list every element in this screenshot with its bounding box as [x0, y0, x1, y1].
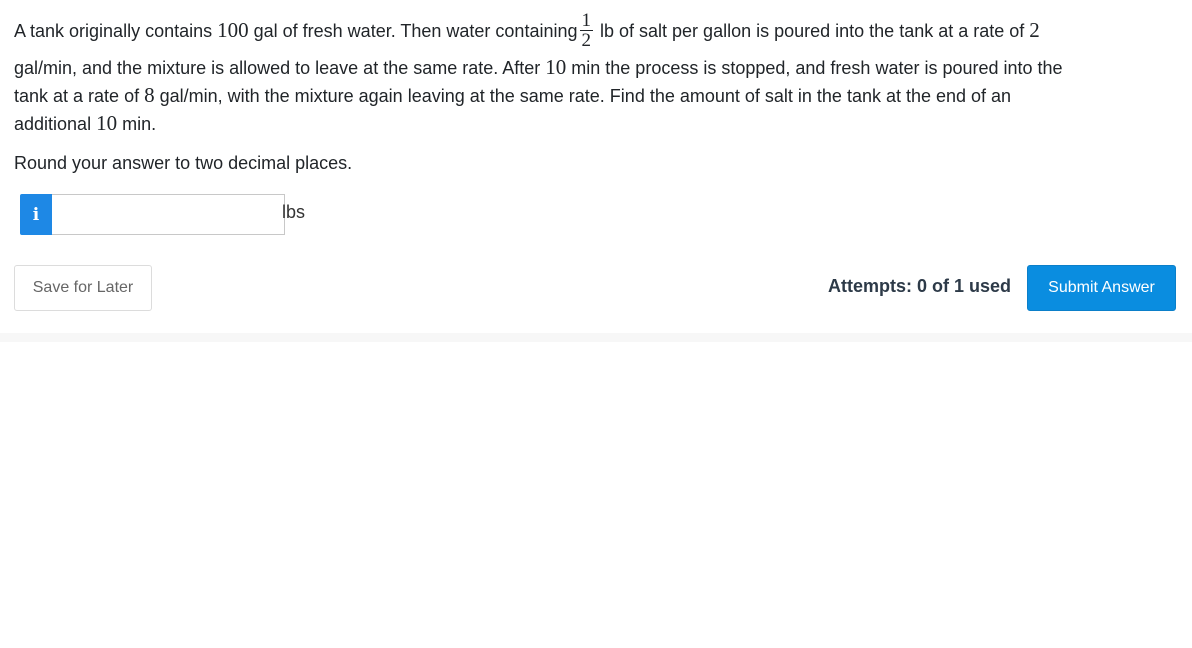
- question-fragment: gal/min, and the mixture is allowed to l…: [14, 58, 546, 78]
- info-icon[interactable]: i: [20, 194, 52, 235]
- question-fragment: min the process is stopped, and fresh wa…: [566, 58, 1063, 78]
- question-fragment: additional: [14, 114, 97, 134]
- inflow-rate-value: 2: [1029, 18, 1040, 42]
- rounding-instruction: Round your answer to two decimal places.: [14, 153, 353, 173]
- question-text: A tank originally contains 100 gal of fr…: [14, 6, 1174, 138]
- second-rate-value: 8: [144, 83, 155, 107]
- first-duration-value: 10: [545, 55, 567, 79]
- question-line-2: gal/min, and the mixture is allowed to l…: [14, 54, 1174, 82]
- initial-volume-value: 100: [217, 18, 249, 42]
- question-page: A tank originally contains 100 gal of fr…: [0, 0, 1192, 648]
- question-line-1: A tank originally contains 100 gal of fr…: [14, 6, 1174, 54]
- question-fragment: lb of salt per gallon is poured into the…: [595, 21, 1030, 41]
- second-duration-value: 10: [96, 111, 118, 135]
- question-fragment: gal of fresh water. Then water containin…: [248, 21, 578, 41]
- question-line-4: additional 10 min.: [14, 110, 1174, 138]
- section-divider: [0, 333, 1192, 342]
- answer-input[interactable]: [52, 194, 285, 235]
- question-fragment: A tank originally contains: [14, 21, 218, 41]
- fraction-numerator: 1: [579, 9, 593, 31]
- question-fragment: gal/min, with the mixture again leaving …: [154, 86, 1012, 106]
- attempts-counter: Attempts: 0 of 1 used: [828, 276, 1012, 296]
- question-line-3: tank at a rate of 8 gal/min, with the mi…: [14, 82, 1174, 110]
- answer-unit: lbs: [282, 202, 306, 222]
- submit-answer-button[interactable]: Submit Answer: [1027, 265, 1176, 311]
- answer-row: i: [20, 194, 285, 235]
- fraction-denominator: 2: [581, 29, 592, 51]
- save-for-later-button[interactable]: Save for Later: [14, 265, 152, 311]
- salt-fraction: 12: [579, 9, 593, 51]
- question-fragment: tank at a rate of: [14, 86, 145, 106]
- question-fragment: min.: [117, 114, 157, 134]
